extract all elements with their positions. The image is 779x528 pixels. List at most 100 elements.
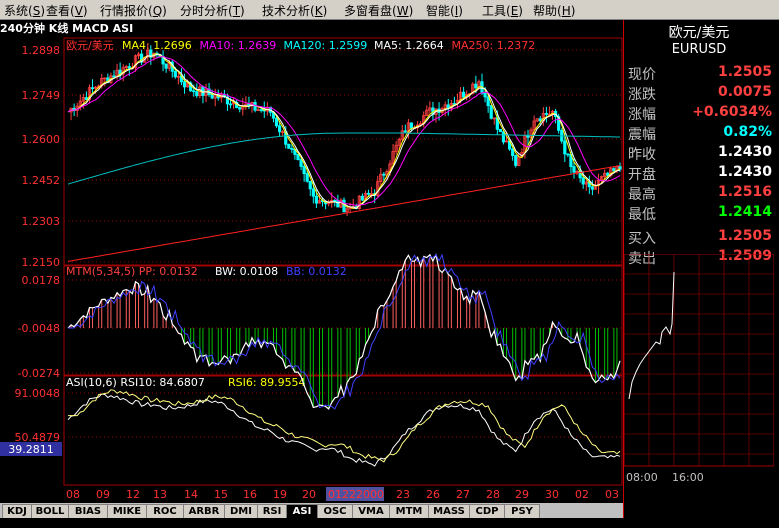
tab-vma[interactable]: VMA — [352, 504, 390, 519]
candle-body — [164, 63, 168, 69]
menu-item-6[interactable]: 智能(I) — [426, 2, 463, 19]
candle-body — [483, 92, 487, 98]
tab-bias[interactable]: BIAS — [68, 504, 108, 519]
y-tick-label: -0.0048 — [18, 322, 60, 335]
candle-body — [461, 91, 466, 98]
legend-item: RSI6: 89.9554 — [228, 376, 306, 389]
candle-body — [302, 166, 306, 174]
tab-asi[interactable]: ASI — [286, 504, 318, 519]
tab-mike[interactable]: MIKE — [107, 504, 147, 519]
quote-value: 1.2430 — [717, 164, 772, 180]
chart-area[interactable]: 1.2898 1.2749 1.2600 1.2452 1.2303 1.2150 0.01… — [0, 37, 623, 503]
quote-value: 1.2414 — [717, 204, 772, 220]
menu-item-3[interactable]: 分时分析(T) — [180, 2, 245, 19]
y-tick-label: 1.2150 — [22, 256, 61, 269]
chart-title: 240分钟 K线 MACD ASI — [0, 22, 134, 35]
x-tick-label: 13 — [153, 488, 167, 501]
candle-body — [514, 155, 518, 166]
rsi10-line — [67, 393, 621, 467]
kline-chart[interactable]: 1.2898 1.2749 1.2600 1.2452 1.2303 1.2150 0.01… — [0, 37, 623, 503]
legend-item: ASI(10,6) RSI10: 84.6807 — [66, 376, 205, 389]
candle-body — [544, 113, 549, 115]
tab-cdp[interactable]: CDP — [469, 504, 505, 519]
candle-body — [563, 140, 567, 155]
main-legend: MA4: 1.2696 MA10: 1.2639 MA120: 1.2599 MA5:… — [122, 39, 535, 52]
quote-label: 昨收 — [628, 147, 656, 163]
candle-body — [382, 173, 386, 176]
time-label: 08:00 — [626, 471, 658, 484]
quote-value: 1.2505 — [717, 64, 772, 80]
quote-row: 涨跌 0.0075 — [626, 84, 772, 104]
menu-bar: 系统(S) 查看(V) 行情报价(Q) 分时分析(T) 技术分析(K) 多窗看盘(W) 智能… — [0, 0, 779, 20]
candle-body — [127, 66, 131, 69]
x-tick-label: 28 — [486, 488, 500, 501]
status-strip — [0, 518, 779, 528]
candle-body — [511, 148, 515, 156]
tab-dmi[interactable]: DMI — [224, 504, 258, 519]
tab-mtm[interactable]: MTM — [389, 504, 429, 519]
y-tick-label: 1.2303 — [22, 215, 61, 228]
quote-title: 欧元/美元 — [668, 25, 730, 41]
instrument-name: 欧元/美元 — [66, 39, 114, 52]
candle-body — [474, 83, 478, 89]
quote-row: 最高 1.2516 — [626, 184, 772, 204]
intraday-mini-chart[interactable]: 08:00 16:00 — [624, 254, 774, 484]
x-tick-label: 30 — [545, 488, 559, 501]
quote-label: 最高 — [628, 187, 656, 203]
candle-body — [590, 186, 595, 190]
tab-rsi[interactable]: RSI — [257, 504, 287, 519]
x-tick-label: 02 — [575, 488, 589, 501]
legend-item: BB: 0.0132 — [286, 265, 347, 278]
asi-legend: ASI(10,6) RSI10: 84.6807 RSI6: 89.9554 — [66, 376, 306, 389]
tab-arbr[interactable]: ARBR — [183, 504, 225, 519]
x-tick-label: 26 — [426, 488, 440, 501]
quote-row: 买入 1.2505 — [626, 228, 772, 248]
menu-item-5[interactable]: 多窗看盘(W) — [344, 2, 413, 19]
candle-body — [572, 166, 576, 173]
quote-row: 最低 1.2414 — [626, 204, 772, 224]
quote-row: 涨幅 +0.6034% — [626, 104, 772, 124]
tab-osc[interactable]: OSC — [317, 504, 353, 519]
candle-body — [90, 87, 95, 90]
menu-item-7[interactable]: 工具(E) — [482, 2, 523, 19]
candle-body — [259, 109, 263, 112]
legend-item: MA250: 1.2372 — [452, 39, 536, 52]
menu-item-0[interactable]: 系统(S) — [4, 2, 45, 19]
candle-body — [112, 75, 116, 78]
menu-item-4[interactable]: 技术分析(K) — [262, 2, 327, 19]
candle-body — [498, 128, 503, 133]
ma5-line — [67, 53, 621, 210]
x-tick-label: 12 — [126, 488, 140, 501]
candle-body — [287, 143, 291, 149]
x-tick-label: 14 — [184, 488, 198, 501]
quote-value: +0.6034% — [692, 104, 772, 120]
menu-item-8[interactable]: 帮助(H) — [533, 2, 575, 19]
tab-kdj[interactable]: KDJ — [2, 504, 32, 519]
candle-body — [366, 192, 371, 195]
quote-label: 震幅 — [628, 127, 656, 143]
candle-body — [247, 103, 251, 106]
x-tick-label: 23 — [396, 488, 410, 501]
menu-item-2[interactable]: 行情报价(Q) — [100, 2, 167, 19]
tab-roc[interactable]: ROC — [146, 504, 184, 519]
candle-body — [489, 105, 493, 119]
y-tick-label: 0.0178 — [22, 274, 61, 287]
quote-label: 最低 — [628, 207, 656, 223]
quote-value: 1.2505 — [717, 228, 772, 244]
candle-body — [277, 125, 282, 133]
menu-item-1[interactable]: 查看(V) — [46, 2, 88, 19]
quote-label: 现价 — [628, 67, 656, 83]
tab-mass[interactable]: MASS — [428, 504, 470, 519]
candle-body — [192, 90, 196, 93]
x-tick-label: 08 — [66, 488, 80, 501]
candle-body — [210, 94, 214, 99]
x-tick-label: 01222000 — [328, 488, 384, 501]
candle-body — [612, 168, 616, 172]
quote-value: 0.0075 — [717, 84, 772, 100]
x-tick-label: 19 — [273, 488, 287, 501]
x-tick-label: 16 — [243, 488, 257, 501]
quote-label: 涨幅 — [628, 107, 656, 123]
tab-boll[interactable]: BOLL — [31, 504, 69, 519]
tab-psy[interactable]: PSY — [504, 504, 540, 519]
quote-row: 昨收 1.2430 — [626, 144, 772, 164]
